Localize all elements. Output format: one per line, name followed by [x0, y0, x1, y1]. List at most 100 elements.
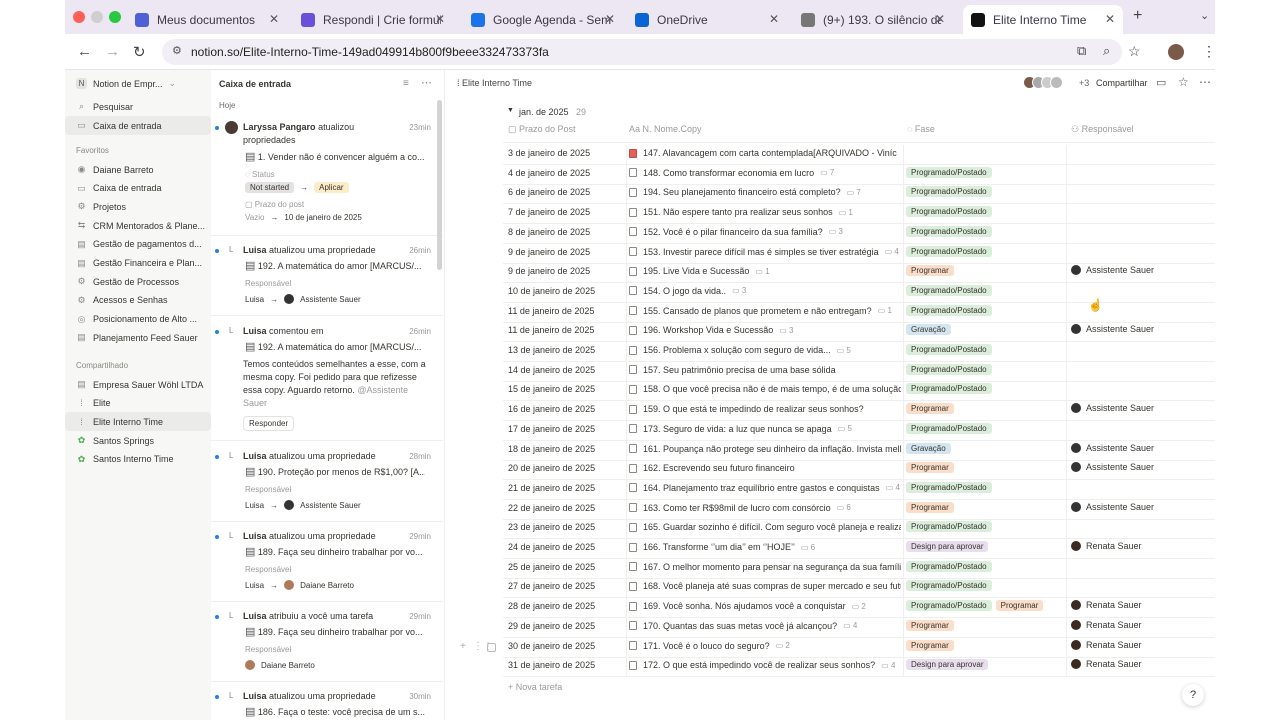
- cell-phase[interactable]: Programado/Postado: [906, 186, 992, 198]
- cell-phase[interactable]: Programado/Postado: [906, 284, 992, 296]
- cell-title[interactable]: 162. Escrevendo seu futuro financeiro: [629, 463, 901, 473]
- cell-phase[interactable]: Programar: [906, 462, 954, 474]
- close-window-button[interactable]: [73, 11, 85, 23]
- row-title[interactable]: 170. Quantas das suas metas você já alca…: [643, 621, 837, 631]
- sidebar-favorite-item[interactable]: ⇆ CRM Mentorados & Plane...: [65, 216, 211, 235]
- cell-title[interactable]: 173. Seguro de vida: a luz que nunca se …: [629, 424, 901, 434]
- notification-page[interactable]: ▤ 192. A matemática do amor [MARCUS/...: [245, 340, 425, 353]
- cell-date[interactable]: 25 de janeiro de 2025: [508, 562, 595, 572]
- close-tab-icon[interactable]: ✕: [935, 12, 945, 26]
- breadcrumb[interactable]: ⁞ Elite Interno Time: [457, 78, 532, 88]
- cell-owner[interactable]: Assistente Sauer: [1071, 324, 1154, 335]
- notification-page[interactable]: ▤ 186. Faça o teste: você precisa de um …: [245, 705, 425, 718]
- back-icon[interactable]: ←: [77, 43, 92, 60]
- cell-owner[interactable]: Renata Sauer: [1071, 639, 1142, 650]
- cell-title[interactable]: 163. Como ter R$98mil de lucro com consó…: [629, 503, 901, 513]
- table-row[interactable]: 25 de janeiro de 2025 167. O melhor momen…: [503, 559, 1215, 579]
- sidebar-favorite-item[interactable]: ▤ Gestão Financeira e Plan...: [65, 254, 211, 273]
- cell-date[interactable]: 14 de janeiro de 2025: [508, 365, 595, 375]
- cell-phase[interactable]: Design para aprovar: [906, 659, 989, 671]
- row-title[interactable]: 148. Como transformar economia em lucro: [643, 168, 814, 178]
- table-row[interactable]: 22 de janeiro de 2025 163. Como ter R$98m…: [503, 500, 1215, 520]
- row-title[interactable]: 153. Investir parece difícil mas é simpl…: [643, 247, 879, 257]
- cell-phase[interactable]: Programado/Postado: [906, 580, 992, 592]
- cell-owner[interactable]: Renata Sauer: [1071, 541, 1142, 551]
- more-icon[interactable]: ⋯: [421, 76, 432, 89]
- row-title[interactable]: 157. Seu patrimônio precisa de uma base …: [643, 365, 836, 375]
- cell-title[interactable]: 157. Seu patrimônio precisa de uma base …: [629, 365, 901, 375]
- cell-title[interactable]: 161. Poupança não protege seu dinheiro d…: [629, 444, 901, 454]
- cell-title[interactable]: 195. Live Vida e Sucessão ▭ 1: [629, 266, 901, 276]
- cell-title[interactable]: 169. Você sonha. Nós ajudamos você a con…: [629, 601, 901, 611]
- row-title[interactable]: 158. O que você precisa não é de mais te…: [643, 384, 901, 394]
- favorite-star-icon[interactable]: ☆: [1178, 75, 1189, 89]
- close-tab-icon[interactable]: ✕: [269, 12, 279, 26]
- browser-tab[interactable]: Respondi | Crie formulário✕: [293, 5, 453, 34]
- cell-title[interactable]: 158. O que você precisa não é de mais te…: [629, 384, 901, 394]
- row-title[interactable]: 155. Cansado de planos que prometem e nã…: [643, 306, 872, 316]
- cell-date[interactable]: 17 de janeiro de 2025: [508, 424, 595, 434]
- cell-title[interactable]: 147. Alavancagem com carta contemplada[A…: [629, 148, 901, 158]
- notification-page[interactable]: ▤ 189. Faça seu dinheiro trabalhar por v…: [245, 625, 425, 638]
- table-row[interactable]: 11 de janeiro de 2025 155. Cansado de pla…: [503, 303, 1215, 323]
- cell-phase[interactable]: Programado/Postado Programar: [906, 600, 1044, 612]
- cell-date[interactable]: 9 de janeiro de 2025: [508, 247, 590, 257]
- tab-list-icon[interactable]: ⌄: [1200, 9, 1209, 22]
- cell-phase[interactable]: Gravação: [906, 324, 951, 336]
- cell-date[interactable]: 16 de janeiro de 2025: [508, 404, 595, 414]
- inbox-notification[interactable]: L Luisa atualizou uma propriedade 28min …: [211, 449, 443, 519]
- table-row[interactable]: 10 de janeiro de 2025 154. O jogo da vida…: [503, 283, 1215, 303]
- cell-owner[interactable]: Renata Sauer: [1071, 659, 1142, 670]
- cell-title[interactable]: 170. Quantas das suas metas você já alca…: [629, 621, 901, 631]
- notification-page[interactable]: ▤ 192. A matemática do amor [MARCUS/...: [245, 259, 425, 272]
- row-title[interactable]: 173. Seguro de vida: a luz que nunca se …: [643, 424, 832, 434]
- url-text[interactable]: notion.so/Elite-Interno-Time-149ad049914…: [191, 45, 549, 59]
- row-title[interactable]: 166. Transforme ‘’um dia’’ em ‘’HOJE’’: [643, 542, 795, 552]
- cell-owner[interactable]: Renata Sauer: [1071, 600, 1142, 611]
- table-row[interactable]: 21 de janeiro de 2025 164. Planejamento t…: [503, 480, 1215, 500]
- cell-date[interactable]: 11 de janeiro de 2025: [508, 306, 594, 316]
- cell-title[interactable]: 165. Guardar sozinho é difícil. Com segu…: [629, 522, 901, 532]
- cell-title[interactable]: 152. Você é o pilar financeiro da sua fa…: [629, 227, 901, 237]
- cell-date[interactable]: 3 de janeiro de 2025: [508, 148, 590, 158]
- cell-date[interactable]: 13 de janeiro de 2025: [508, 345, 595, 355]
- group-toggle-icon[interactable]: ▼: [507, 107, 514, 114]
- cell-date[interactable]: 28 de janeiro de 2025: [508, 601, 595, 611]
- row-title[interactable]: 159. O que está te impedindo de realizar…: [643, 404, 864, 414]
- inbox-notification[interactable]: L Luisa atualizou uma propriedade 26min …: [211, 243, 443, 313]
- extra-collaborators-count[interactable]: +3: [1079, 78, 1089, 88]
- sidebar-favorite-item[interactable]: ◎ Posicionamento de Alto ...: [65, 310, 211, 329]
- cell-phase[interactable]: Programado/Postado: [906, 383, 992, 395]
- cell-date[interactable]: 9 de janeiro de 2025: [508, 266, 590, 276]
- sidebar-shared-item[interactable]: ▤ Empresa Sauer Wöhl LTDA: [65, 375, 211, 394]
- sidebar-shared-item[interactable]: ⁞ Elite Interno Time: [65, 412, 211, 432]
- inbox-notification[interactable]: L Luisa comentou em 26min ▤ 192. A matem…: [211, 324, 443, 434]
- cell-date[interactable]: 31 de janeiro de 2025: [508, 660, 595, 670]
- cell-phase[interactable]: Programar: [906, 619, 954, 631]
- cell-date[interactable]: 11 de janeiro de 2025: [508, 325, 594, 335]
- table-row[interactable]: 17 de janeiro de 2025 173. Seguro de vida…: [503, 421, 1215, 441]
- cell-phase[interactable]: Programado/Postado: [906, 363, 992, 375]
- cell-title[interactable]: 164. Planejamento traz equilíbrio entre …: [629, 483, 901, 493]
- row-title[interactable]: 168. Você planeja até suas compras de su…: [643, 581, 901, 591]
- sidebar-shared-item[interactable]: ✿ Santos Interno Time: [65, 450, 211, 469]
- row-title[interactable]: 154. O jogo da vida..: [643, 286, 726, 296]
- row-title[interactable]: 156. Problema x solução com seguro de vi…: [643, 345, 831, 355]
- table-row[interactable]: 7 de janeiro de 2025 151. Não espere tant…: [503, 204, 1215, 225]
- row-title[interactable]: 161. Poupança não protege seu dinheiro d…: [643, 444, 901, 454]
- browser-tab[interactable]: Elite Interno Time ✕: [963, 5, 1123, 34]
- table-row[interactable]: 27 de janeiro de 2025 168. Você planeja a…: [503, 578, 1215, 599]
- cell-title[interactable]: 151. Não espere tanto pra realizar seus …: [629, 207, 901, 217]
- cell-date[interactable]: 24 de janeiro de 2025: [508, 542, 595, 552]
- column-header-title[interactable]: Aa N. Nome.Copy: [629, 124, 702, 134]
- inbox-notification[interactable]: L Luisa atribuiu a você uma tarefa 29min…: [211, 609, 443, 679]
- row-title[interactable]: 147. Alavancagem com carta contemplada[A…: [643, 148, 897, 158]
- close-tab-icon[interactable]: ✕: [1105, 12, 1115, 26]
- sidebar-favorite-item[interactable]: ⚙ Acessos e Senhas: [65, 291, 211, 310]
- cell-title[interactable]: 194. Seu planejamento financeiro está co…: [629, 187, 901, 197]
- table-row[interactable]: 20 de janeiro de 2025 162. Escrevendo seu…: [503, 460, 1215, 481]
- cell-title[interactable]: 154. O jogo da vida.. ▭ 3: [629, 286, 901, 296]
- cell-date[interactable]: 23 de janeiro de 2025: [508, 522, 595, 532]
- row-title[interactable]: 163. Como ter R$98mil de lucro com consó…: [643, 503, 831, 513]
- filter-icon[interactable]: ≡: [403, 78, 409, 89]
